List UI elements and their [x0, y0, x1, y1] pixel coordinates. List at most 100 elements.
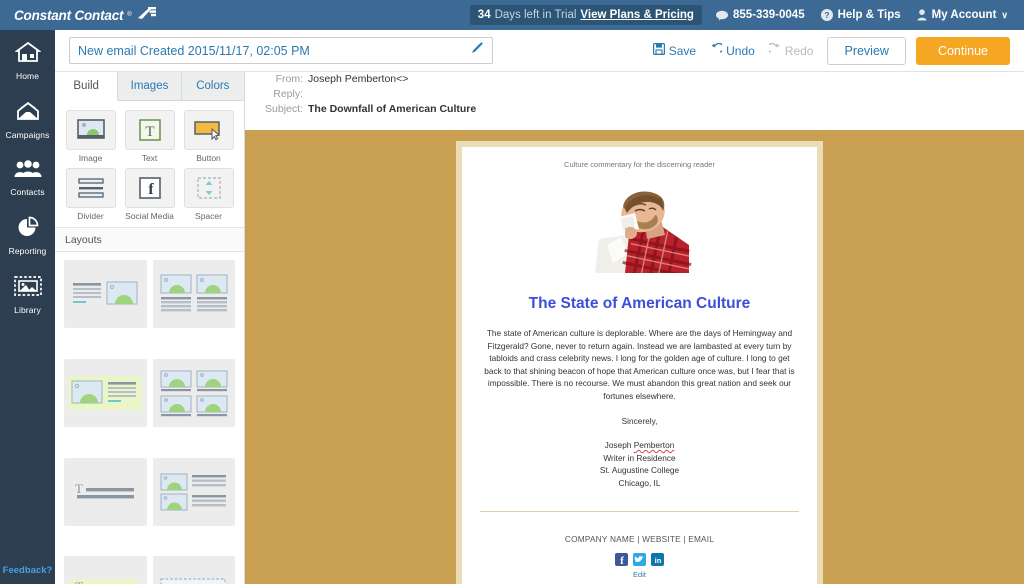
email-heading[interactable]: The State of American Culture: [476, 295, 803, 313]
view-plans-pricing-link[interactable]: View Plans & Pricing: [580, 9, 694, 21]
block-palette: Image T Text Button Divider f Social Med…: [55, 101, 244, 227]
swoosh-logo-icon: [136, 6, 158, 25]
help-and-tips[interactable]: ? Help & Tips: [820, 9, 901, 21]
sidebar-item-library[interactable]: Library: [0, 264, 55, 323]
trial-days-count: 34: [477, 9, 491, 21]
button-block-icon: [183, 110, 234, 150]
footer-divider: [480, 511, 799, 512]
photo-library-icon: [13, 275, 42, 302]
help-and-tips-label: Help & Tips: [837, 9, 901, 21]
redo-arrow-icon: [766, 42, 781, 58]
email-editor-app: Constant Contact ® 34 Days left in Trial…: [0, 0, 1024, 584]
block-label: Image: [78, 153, 103, 163]
sidebar-item-campaigns[interactable]: Campaigns: [0, 89, 55, 148]
builder-panel: Build Images Colors Image T Text Button …: [55, 72, 245, 584]
main-sidebar: Home Campaigns Contacts Reporting Librar…: [0, 30, 55, 584]
envelope-tray-icon: [15, 100, 41, 127]
editor-toolbar: New email Created 2015/11/17, 02:05 PM S…: [55, 30, 1024, 72]
svg-text:f: f: [148, 181, 154, 198]
sidebar-item-label: Reporting: [8, 246, 47, 256]
preview-button[interactable]: Preview: [827, 36, 906, 65]
layout-text-block-highlighted[interactable]: T: [64, 556, 147, 584]
email-name-value: New email Created 2015/11/17, 02:05 PM: [78, 43, 310, 58]
sidebar-item-home[interactable]: Home: [0, 30, 55, 89]
pencil-icon[interactable]: [470, 41, 484, 60]
block-label: Social Media: [125, 211, 174, 221]
linkedin-icon[interactable]: in: [651, 553, 664, 566]
redo-button[interactable]: Redo: [766, 42, 813, 58]
builder-tabs: Build Images Colors: [55, 72, 244, 101]
my-account-label: My Account: [931, 9, 997, 21]
twitter-icon[interactable]: [633, 553, 646, 566]
text-block-icon: T: [124, 110, 175, 150]
tab-images[interactable]: Images: [118, 72, 182, 100]
svg-text:in: in: [655, 556, 662, 565]
block-text[interactable]: T Text: [122, 110, 177, 163]
email-frame: Culture commentary for the discerning re…: [456, 141, 823, 584]
layout-four-image-grid[interactable]: [152, 358, 235, 427]
layout-stacked-image-text-rows[interactable]: [152, 457, 235, 526]
email-canvas: Culture commentary for the discerning re…: [245, 130, 1024, 584]
svg-text:T: T: [75, 481, 83, 496]
sidebar-item-label: Home: [15, 71, 40, 81]
email-footer-links[interactable]: COMPANY NAME | WEBSITE | EMAIL: [476, 534, 803, 544]
from-row[interactable]: From: Joseph Pemberton<>: [245, 72, 1024, 87]
layouts-list: T T: [55, 252, 244, 584]
sidebar-item-label: Campaigns: [5, 130, 50, 140]
layout-coupon-block[interactable]: %: [152, 556, 235, 584]
undo-arrow-icon: [710, 42, 725, 58]
reply-label: Reply:: [273, 88, 303, 100]
pie-chart-icon: [16, 216, 40, 243]
sidebar-item-contacts[interactable]: Contacts: [0, 148, 55, 205]
layout-single-text-block[interactable]: T: [64, 457, 147, 526]
email-closing[interactable]: Sincerely,: [476, 416, 803, 426]
chevron-down-icon: ∨: [1001, 9, 1008, 20]
subject-row[interactable]: Subject: The Downfall of American Cultur…: [245, 102, 1024, 117]
block-button[interactable]: Button: [181, 110, 236, 163]
svg-text:?: ?: [824, 10, 829, 20]
hero-image-block[interactable]: [476, 183, 803, 273]
tab-build[interactable]: Build: [55, 72, 119, 101]
my-account-menu[interactable]: My Account ∨: [917, 9, 1008, 21]
continue-button[interactable]: Continue: [915, 36, 1010, 65]
man-crying-in-plaid-shirt-photo: [584, 183, 695, 273]
brand-name: Constant Contact: [14, 7, 124, 23]
person-icon: [917, 9, 927, 21]
reply-row[interactable]: Reply:: [245, 87, 1024, 102]
save-button[interactable]: Save: [652, 43, 696, 58]
brand-trademark: ®: [127, 12, 132, 18]
block-label: Text: [141, 153, 158, 163]
tab-colors[interactable]: Colors: [181, 72, 244, 100]
block-social-media[interactable]: f Social Media: [122, 168, 177, 221]
image-block-icon: [65, 110, 116, 150]
signature-organization: St. Augustine College: [599, 465, 680, 475]
layout-text-left-image-right[interactable]: [64, 260, 147, 328]
facebook-icon[interactable]: f: [615, 553, 628, 566]
chat-bubble-icon: [715, 10, 728, 21]
email-preheader[interactable]: Culture commentary for the discerning re…: [476, 160, 803, 169]
home-icon: [13, 41, 42, 68]
layout-two-column-image-text[interactable]: [152, 260, 235, 328]
email-meta-fields: From: Joseph Pemberton<> Reply: Subject:…: [245, 72, 1024, 130]
phone-number[interactable]: 855-339-0045: [715, 9, 805, 21]
question-circle-icon: ?: [820, 9, 833, 21]
sidebar-item-label: Library: [14, 305, 41, 315]
undo-button[interactable]: Undo: [710, 42, 755, 58]
feedback-link[interactable]: Feedback?: [0, 565, 55, 576]
subject-value: The Downfall of American Culture: [308, 103, 477, 115]
svg-text:T: T: [75, 579, 83, 584]
svg-text:T: T: [145, 124, 154, 140]
sidebar-item-reporting[interactable]: Reporting: [0, 205, 55, 264]
block-spacer[interactable]: Spacer: [181, 168, 236, 221]
block-divider[interactable]: Divider: [63, 168, 118, 221]
email-body-text[interactable]: The state of American culture is deplora…: [476, 327, 803, 402]
edit-label[interactable]: Edit: [476, 570, 803, 579]
svg-text:f: f: [620, 555, 624, 566]
layout-image-left-text-right-highlighted[interactable]: [64, 358, 147, 427]
divider-block-icon: [65, 168, 116, 208]
brand-logo[interactable]: Constant Contact ®: [14, 6, 158, 25]
signature-city: Chicago, IL: [618, 477, 661, 488]
block-image[interactable]: Image: [63, 110, 118, 163]
email-signature[interactable]: Joseph Pemberton Writer in Residence St.…: [476, 439, 803, 489]
email-name-field[interactable]: New email Created 2015/11/17, 02:05 PM: [69, 37, 493, 64]
